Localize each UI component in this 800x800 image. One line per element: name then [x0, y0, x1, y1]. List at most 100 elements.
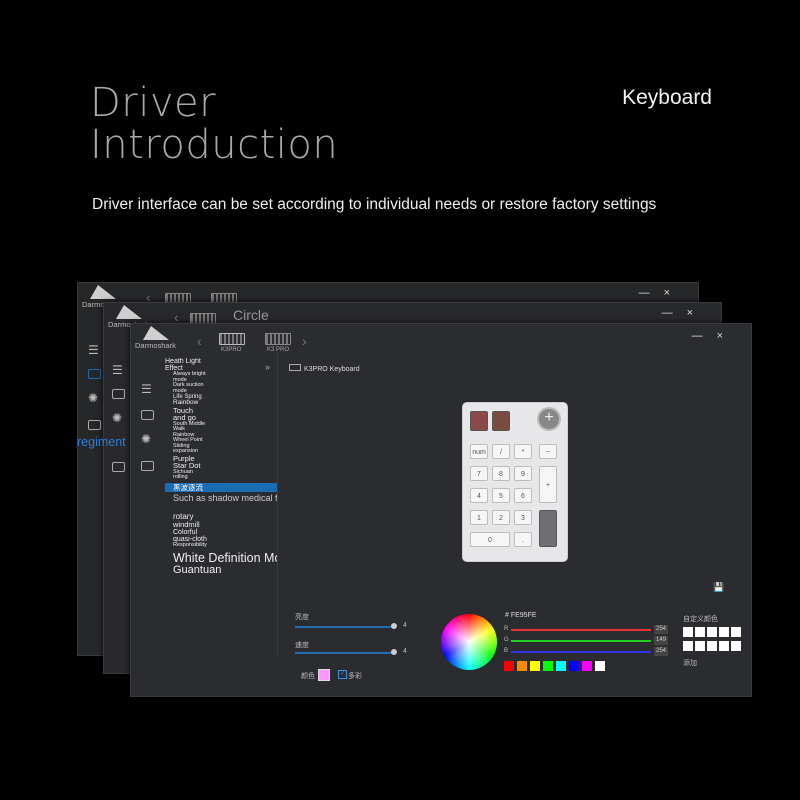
- key[interactable]: 2: [492, 510, 510, 525]
- list-item[interactable]: Responsibility: [173, 542, 277, 549]
- keyboard-icon[interactable]: [112, 389, 125, 399]
- macro-icon[interactable]: [112, 462, 125, 472]
- color-wheel[interactable]: [441, 614, 497, 670]
- green-slider[interactable]: [511, 640, 651, 642]
- speed-slider[interactable]: [295, 649, 397, 655]
- color-swatch[interactable]: [582, 661, 592, 671]
- minimize-button[interactable]: —: [692, 330, 717, 342]
- keyboard-icon[interactable]: [88, 369, 101, 379]
- panel-title: K3PRO Keyboard: [289, 364, 360, 373]
- numpad-preview: + num / * − 7 8 9 4 5 6 + 1 2 3 0 .: [462, 402, 568, 562]
- red-slider[interactable]: [511, 629, 651, 631]
- list-item[interactable]: rolling: [173, 474, 277, 481]
- close-button[interactable]: ×: [687, 307, 707, 319]
- blue-slider[interactable]: [511, 651, 651, 653]
- key[interactable]: 1: [470, 510, 488, 525]
- brightness-value: 4: [403, 622, 407, 629]
- channel-label: G: [504, 637, 509, 643]
- key[interactable]: 5: [492, 488, 510, 503]
- key[interactable]: [492, 411, 510, 431]
- custom-color-slot[interactable]: [683, 641, 693, 651]
- list-item[interactable]: Guantuan: [173, 564, 277, 576]
- custom-color-slot[interactable]: [719, 641, 729, 651]
- minimize-button[interactable]: —: [662, 307, 687, 319]
- list-item[interactable]: Heath Light: [165, 358, 277, 365]
- side-overlay-text: regiment: [77, 435, 126, 449]
- color-swatch[interactable]: [543, 661, 553, 671]
- key[interactable]: .: [514, 532, 532, 547]
- custom-color-slot[interactable]: [731, 627, 741, 637]
- key[interactable]: +: [539, 466, 557, 503]
- key[interactable]: *: [514, 444, 532, 459]
- color-preview[interactable]: [318, 669, 330, 681]
- custom-color-slot[interactable]: [707, 641, 717, 651]
- device-keyboard-icon[interactable]: [265, 333, 291, 345]
- custom-color-label: 自定义颜色: [683, 616, 718, 623]
- light-bulb-icon[interactable]: ✺: [112, 412, 125, 424]
- device-label: K3PRO: [221, 347, 242, 353]
- color-swatch[interactable]: [556, 661, 566, 671]
- key[interactable]: 9: [514, 466, 532, 481]
- hex-value: # FE95FE: [505, 612, 537, 619]
- key[interactable]: 0: [470, 532, 510, 547]
- close-button[interactable]: ×: [717, 330, 737, 342]
- color-swatch[interactable]: [530, 661, 540, 671]
- color-swatch[interactable]: [504, 661, 514, 671]
- custom-color-slot[interactable]: [695, 627, 705, 637]
- shark-fin-icon: [90, 285, 116, 299]
- speed-label: 速度: [295, 642, 309, 649]
- list-item[interactable]: White Definition Mode: [173, 552, 277, 565]
- custom-color-slot[interactable]: [695, 641, 705, 651]
- sliders-icon[interactable]: ☰: [88, 344, 101, 356]
- brightness-slider[interactable]: [295, 623, 397, 629]
- window-controls: —×: [662, 307, 707, 319]
- keyboard-icon[interactable]: [141, 410, 154, 420]
- custom-color-slot[interactable]: [731, 641, 741, 651]
- key[interactable]: 7: [470, 466, 488, 481]
- light-bulb-icon[interactable]: ✺: [141, 433, 154, 445]
- volume-knob[interactable]: +: [537, 407, 561, 431]
- list-item-selected[interactable]: 黑波逐流: [165, 482, 277, 492]
- color-swatch[interactable]: [517, 661, 527, 671]
- add-color-button[interactable]: 添加: [683, 658, 697, 668]
- window-controls: —×: [692, 330, 737, 342]
- minimize-button[interactable]: —: [639, 287, 664, 299]
- channel-value[interactable]: 254: [654, 647, 668, 656]
- custom-color-slot[interactable]: [683, 627, 693, 637]
- key[interactable]: 8: [492, 466, 510, 481]
- custom-color-slot[interactable]: [707, 627, 717, 637]
- key[interactable]: [470, 411, 488, 431]
- channel-value[interactable]: 149: [654, 636, 668, 645]
- keyboard-title: K3PRO Keyboard: [304, 366, 360, 373]
- sliders-icon[interactable]: ☰: [112, 364, 125, 376]
- channel-value[interactable]: 254: [654, 625, 668, 634]
- key[interactable]: [539, 510, 557, 547]
- device-keyboard-icon[interactable]: [219, 333, 245, 345]
- macro-icon[interactable]: [141, 461, 154, 471]
- close-button[interactable]: ×: [664, 287, 684, 299]
- device-label: K3 PRO: [267, 347, 290, 353]
- light-bulb-icon[interactable]: ✺: [88, 392, 101, 404]
- macro-icon[interactable]: [88, 420, 101, 430]
- brightness-label: 亮度: [295, 614, 309, 621]
- multicolor-checkbox[interactable]: ✓: [338, 670, 347, 679]
- key[interactable]: −: [539, 444, 557, 459]
- save-icon[interactable]: 💾: [713, 582, 724, 593]
- custom-color-slot[interactable]: [719, 627, 729, 637]
- list-item[interactable]: windmill: [173, 521, 277, 529]
- list-item[interactable]: Colorful: [173, 529, 277, 536]
- key[interactable]: 3: [514, 510, 532, 525]
- key[interactable]: 6: [514, 488, 532, 503]
- key[interactable]: /: [492, 444, 510, 459]
- color-swatch[interactable]: [569, 661, 579, 671]
- next-device-icon[interactable]: ›: [302, 333, 307, 349]
- key[interactable]: 4: [470, 488, 488, 503]
- prev-device-icon[interactable]: ‹: [197, 333, 202, 349]
- category-tag: Keyboard: [622, 86, 712, 109]
- list-item[interactable]: Such as shadow medical form: [173, 494, 277, 503]
- color-swatch[interactable]: [595, 661, 605, 671]
- key[interactable]: num: [470, 444, 488, 459]
- slider-thumb[interactable]: [391, 623, 397, 629]
- slider-thumb[interactable]: [391, 649, 397, 655]
- sliders-icon[interactable]: ☰: [141, 383, 154, 395]
